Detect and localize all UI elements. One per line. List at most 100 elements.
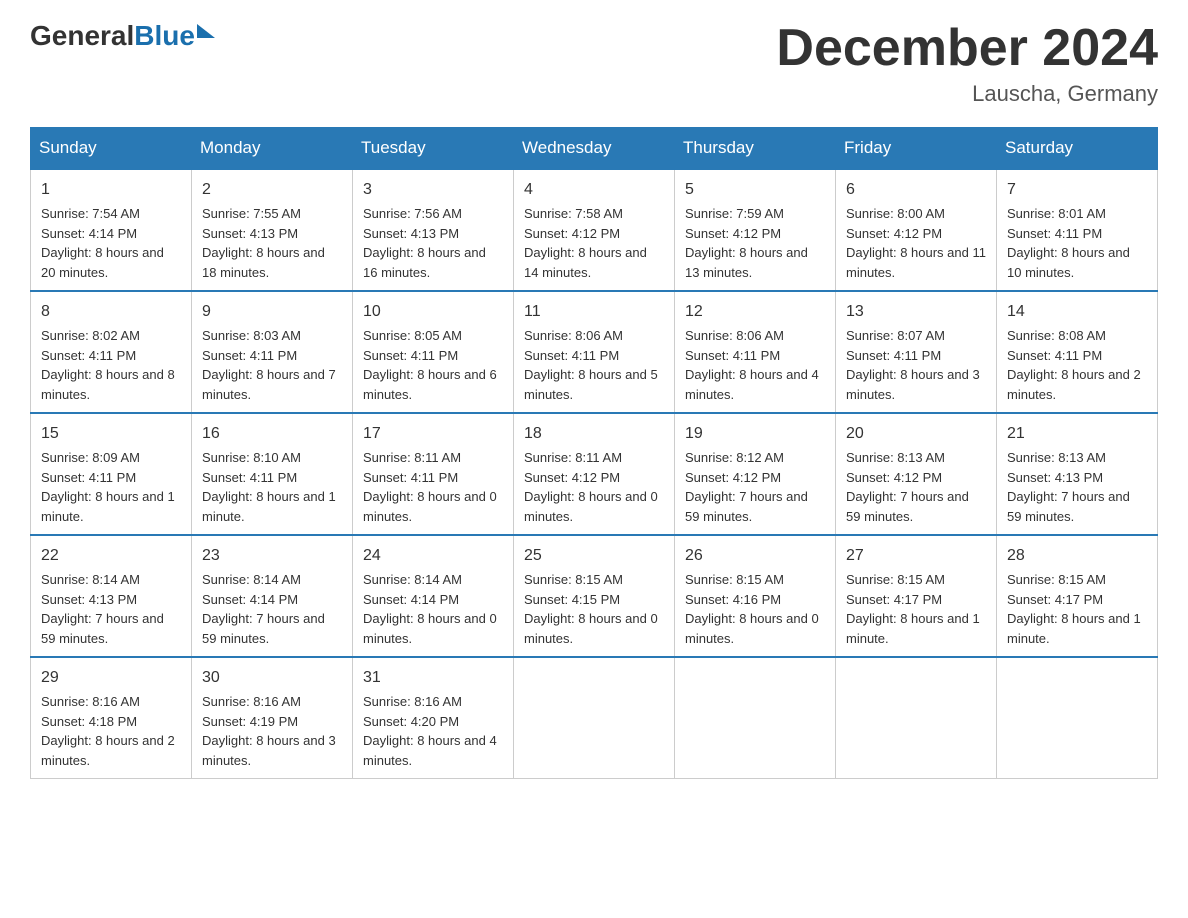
day-number: 7	[1007, 178, 1147, 202]
day-sunrise: Sunrise: 7:55 AM	[202, 206, 301, 221]
day-sunset: Sunset: 4:13 PM	[41, 592, 137, 607]
day-daylight: Daylight: 8 hours and 3 minutes.	[202, 733, 336, 768]
col-monday: Monday	[192, 128, 353, 170]
table-row: 5 Sunrise: 7:59 AM Sunset: 4:12 PM Dayli…	[675, 169, 836, 291]
day-number: 21	[1007, 422, 1147, 446]
table-row: 8 Sunrise: 8:02 AM Sunset: 4:11 PM Dayli…	[31, 291, 192, 413]
calendar-week-row: 29 Sunrise: 8:16 AM Sunset: 4:18 PM Dayl…	[31, 657, 1158, 779]
table-row: 13 Sunrise: 8:07 AM Sunset: 4:11 PM Dayl…	[836, 291, 997, 413]
day-sunrise: Sunrise: 7:54 AM	[41, 206, 140, 221]
day-sunrise: Sunrise: 8:11 AM	[524, 450, 622, 465]
page-header: General Blue December 2024 Lauscha, Germ…	[30, 20, 1158, 107]
day-sunset: Sunset: 4:13 PM	[1007, 470, 1103, 485]
day-daylight: Daylight: 7 hours and 59 minutes.	[41, 611, 164, 646]
day-number: 15	[41, 422, 181, 446]
day-sunset: Sunset: 4:17 PM	[846, 592, 942, 607]
table-row	[997, 657, 1158, 779]
day-sunset: Sunset: 4:19 PM	[202, 714, 298, 729]
day-sunrise: Sunrise: 8:16 AM	[363, 694, 462, 709]
day-number: 29	[41, 666, 181, 690]
day-sunset: Sunset: 4:13 PM	[363, 226, 459, 241]
table-row: 21 Sunrise: 8:13 AM Sunset: 4:13 PM Dayl…	[997, 413, 1158, 535]
day-number: 16	[202, 422, 342, 446]
title-area: December 2024 Lauscha, Germany	[776, 20, 1158, 107]
day-sunset: Sunset: 4:11 PM	[1007, 348, 1102, 363]
day-daylight: Daylight: 8 hours and 18 minutes.	[202, 245, 325, 280]
day-number: 25	[524, 544, 664, 568]
day-daylight: Daylight: 8 hours and 1 minute.	[41, 489, 175, 524]
table-row: 22 Sunrise: 8:14 AM Sunset: 4:13 PM Dayl…	[31, 535, 192, 657]
location-subtitle: Lauscha, Germany	[776, 81, 1158, 107]
day-sunset: Sunset: 4:11 PM	[202, 470, 297, 485]
day-sunrise: Sunrise: 8:05 AM	[363, 328, 462, 343]
col-saturday: Saturday	[997, 128, 1158, 170]
day-daylight: Daylight: 8 hours and 14 minutes.	[524, 245, 647, 280]
day-sunset: Sunset: 4:11 PM	[363, 348, 458, 363]
day-number: 12	[685, 300, 825, 324]
day-sunrise: Sunrise: 8:01 AM	[1007, 206, 1106, 221]
day-daylight: Daylight: 8 hours and 0 minutes.	[363, 489, 497, 524]
col-thursday: Thursday	[675, 128, 836, 170]
table-row: 6 Sunrise: 8:00 AM Sunset: 4:12 PM Dayli…	[836, 169, 997, 291]
calendar-table: Sunday Monday Tuesday Wednesday Thursday…	[30, 127, 1158, 779]
table-row	[675, 657, 836, 779]
day-daylight: Daylight: 8 hours and 11 minutes.	[846, 245, 986, 280]
day-sunset: Sunset: 4:17 PM	[1007, 592, 1103, 607]
day-daylight: Daylight: 8 hours and 1 minute.	[202, 489, 336, 524]
month-year-title: December 2024	[776, 20, 1158, 77]
day-daylight: Daylight: 8 hours and 2 minutes.	[1007, 367, 1141, 402]
logo-triangle-icon	[197, 24, 215, 38]
day-daylight: Daylight: 8 hours and 5 minutes.	[524, 367, 658, 402]
day-daylight: Daylight: 8 hours and 0 minutes.	[524, 489, 658, 524]
table-row: 29 Sunrise: 8:16 AM Sunset: 4:18 PM Dayl…	[31, 657, 192, 779]
day-sunrise: Sunrise: 8:11 AM	[363, 450, 461, 465]
table-row: 26 Sunrise: 8:15 AM Sunset: 4:16 PM Dayl…	[675, 535, 836, 657]
table-row: 28 Sunrise: 8:15 AM Sunset: 4:17 PM Dayl…	[997, 535, 1158, 657]
day-sunset: Sunset: 4:14 PM	[202, 592, 298, 607]
day-number: 23	[202, 544, 342, 568]
calendar-week-row: 22 Sunrise: 8:14 AM Sunset: 4:13 PM Dayl…	[31, 535, 1158, 657]
table-row: 10 Sunrise: 8:05 AM Sunset: 4:11 PM Dayl…	[353, 291, 514, 413]
day-sunrise: Sunrise: 8:16 AM	[202, 694, 301, 709]
col-tuesday: Tuesday	[353, 128, 514, 170]
day-number: 6	[846, 178, 986, 202]
day-sunrise: Sunrise: 7:56 AM	[363, 206, 462, 221]
day-sunset: Sunset: 4:15 PM	[524, 592, 620, 607]
day-sunset: Sunset: 4:12 PM	[846, 226, 942, 241]
day-sunset: Sunset: 4:14 PM	[41, 226, 137, 241]
day-sunset: Sunset: 4:14 PM	[363, 592, 459, 607]
logo-general-text: General	[30, 20, 134, 52]
day-sunset: Sunset: 4:12 PM	[846, 470, 942, 485]
day-daylight: Daylight: 7 hours and 59 minutes.	[202, 611, 325, 646]
day-number: 9	[202, 300, 342, 324]
day-daylight: Daylight: 8 hours and 2 minutes.	[41, 733, 175, 768]
day-sunrise: Sunrise: 8:10 AM	[202, 450, 301, 465]
day-number: 30	[202, 666, 342, 690]
day-sunrise: Sunrise: 8:02 AM	[41, 328, 140, 343]
day-sunrise: Sunrise: 8:15 AM	[685, 572, 784, 587]
day-sunset: Sunset: 4:12 PM	[685, 226, 781, 241]
day-daylight: Daylight: 8 hours and 1 minute.	[846, 611, 980, 646]
table-row: 19 Sunrise: 8:12 AM Sunset: 4:12 PM Dayl…	[675, 413, 836, 535]
day-sunrise: Sunrise: 7:58 AM	[524, 206, 623, 221]
day-sunrise: Sunrise: 8:15 AM	[846, 572, 945, 587]
day-sunset: Sunset: 4:13 PM	[202, 226, 298, 241]
day-daylight: Daylight: 8 hours and 3 minutes.	[846, 367, 980, 402]
day-sunset: Sunset: 4:11 PM	[41, 348, 136, 363]
table-row: 15 Sunrise: 8:09 AM Sunset: 4:11 PM Dayl…	[31, 413, 192, 535]
day-number: 20	[846, 422, 986, 446]
table-row: 11 Sunrise: 8:06 AM Sunset: 4:11 PM Dayl…	[514, 291, 675, 413]
day-sunrise: Sunrise: 8:03 AM	[202, 328, 301, 343]
day-number: 10	[363, 300, 503, 324]
day-sunset: Sunset: 4:11 PM	[202, 348, 297, 363]
day-number: 24	[363, 544, 503, 568]
table-row: 12 Sunrise: 8:06 AM Sunset: 4:11 PM Dayl…	[675, 291, 836, 413]
col-wednesday: Wednesday	[514, 128, 675, 170]
day-number: 3	[363, 178, 503, 202]
day-number: 27	[846, 544, 986, 568]
day-daylight: Daylight: 8 hours and 0 minutes.	[524, 611, 658, 646]
day-daylight: Daylight: 8 hours and 0 minutes.	[685, 611, 819, 646]
day-sunrise: Sunrise: 8:07 AM	[846, 328, 945, 343]
day-sunrise: Sunrise: 8:08 AM	[1007, 328, 1106, 343]
day-sunrise: Sunrise: 8:06 AM	[524, 328, 623, 343]
